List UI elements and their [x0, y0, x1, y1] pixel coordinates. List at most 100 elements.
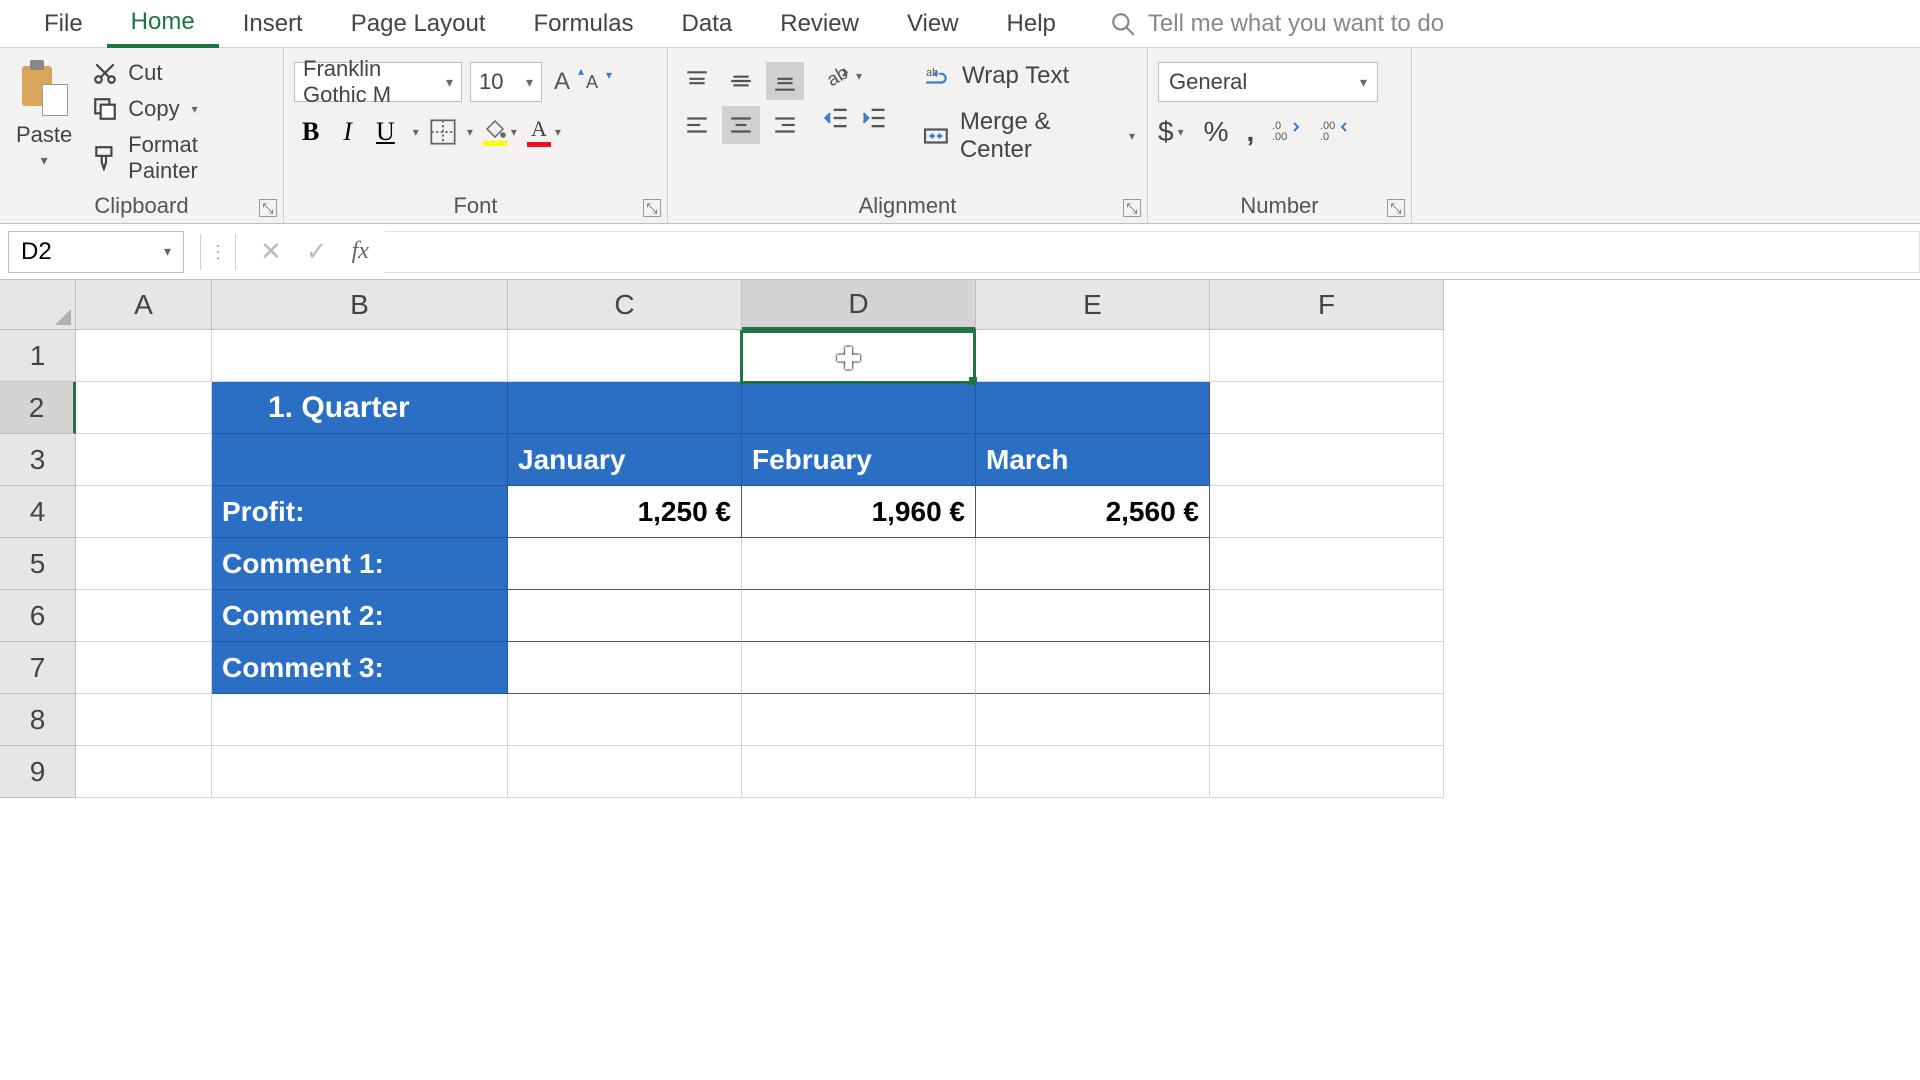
col-header-a[interactable]: A — [76, 280, 212, 330]
cell-a5[interactable] — [76, 538, 212, 590]
align-left-button[interactable] — [678, 106, 716, 144]
increase-decimal-button[interactable]: .0.00 — [1272, 116, 1302, 148]
cell-b4[interactable]: Profit: — [212, 486, 508, 538]
tab-page-layout[interactable]: Page Layout — [327, 0, 510, 48]
merge-center-button[interactable]: Merge & Center ▾ — [922, 108, 1137, 164]
cell-b3[interactable] — [212, 434, 508, 486]
cell-b1[interactable] — [212, 330, 508, 382]
cell-c6[interactable] — [508, 590, 742, 642]
cell-b6[interactable]: Comment 2: — [212, 590, 508, 642]
cell-b5[interactable]: Comment 1: — [212, 538, 508, 590]
tab-insert[interactable]: Insert — [219, 0, 327, 48]
cell-b9[interactable] — [212, 746, 508, 798]
cell-c9[interactable] — [508, 746, 742, 798]
align-top-button[interactable] — [678, 62, 716, 100]
tab-review[interactable]: Review — [756, 0, 883, 48]
italic-button[interactable]: I — [335, 117, 360, 147]
cell-a8[interactable] — [76, 694, 212, 746]
cell-b2[interactable]: 1. Quarter — [212, 382, 508, 434]
underline-dropdown-icon[interactable]: ▾ — [411, 125, 421, 139]
row-header-4[interactable]: 4 — [0, 486, 76, 538]
alignment-dialog-launcher[interactable]: ⤡ — [1123, 199, 1141, 217]
borders-button[interactable] — [429, 118, 457, 146]
cell-e2[interactable] — [976, 382, 1210, 434]
cell-d8[interactable] — [742, 694, 976, 746]
cell-d6[interactable] — [742, 590, 976, 642]
cell-d7[interactable] — [742, 642, 976, 694]
copy-button[interactable]: Copy ▾ — [92, 96, 273, 122]
paste-button[interactable]: Paste ▾ — [10, 60, 78, 184]
number-format-combo[interactable]: General ▾ — [1158, 62, 1378, 102]
cell-a2[interactable] — [76, 382, 212, 434]
tab-home[interactable]: Home — [107, 0, 219, 48]
font-dialog-launcher[interactable]: ⤡ — [643, 199, 661, 217]
cell-e1[interactable] — [976, 330, 1210, 382]
cell-e4[interactable]: 2,560 € — [976, 486, 1210, 538]
tab-file[interactable]: File — [20, 0, 107, 48]
row-header-2[interactable]: 2 — [0, 382, 76, 434]
enter-formula-button[interactable]: ✓ — [306, 236, 328, 267]
align-center-button[interactable] — [722, 106, 760, 144]
row-header-9[interactable]: 9 — [0, 746, 76, 798]
cell-e9[interactable] — [976, 746, 1210, 798]
orientation-button[interactable]: ab ▾ — [822, 62, 888, 90]
underline-button[interactable]: U — [368, 117, 403, 147]
cell-c5[interactable] — [508, 538, 742, 590]
paste-dropdown-icon[interactable]: ▾ — [41, 152, 48, 169]
cell-f5[interactable] — [1210, 538, 1444, 590]
formula-input[interactable] — [385, 231, 1920, 273]
decrease-font-button[interactable]: A — [582, 72, 602, 93]
cell-f1[interactable] — [1210, 330, 1444, 382]
align-middle-button[interactable] — [722, 62, 760, 100]
row-header-3[interactable]: 3 — [0, 434, 76, 486]
row-header-5[interactable]: 5 — [0, 538, 76, 590]
formula-bar-grip[interactable]: ⋮ — [209, 249, 227, 255]
cell-e8[interactable] — [976, 694, 1210, 746]
cell-e6[interactable] — [976, 590, 1210, 642]
tab-formulas[interactable]: Formulas — [510, 0, 658, 48]
cell-f3[interactable] — [1210, 434, 1444, 486]
cancel-formula-button[interactable]: ✕ — [260, 236, 282, 267]
font-color-button[interactable]: A ▾ — [527, 116, 563, 147]
cell-e5[interactable] — [976, 538, 1210, 590]
col-header-b[interactable]: B — [212, 280, 508, 330]
tell-me-search[interactable]: Tell me what you want to do — [1110, 10, 1444, 38]
row-header-8[interactable]: 8 — [0, 694, 76, 746]
cell-b7[interactable]: Comment 3: — [212, 642, 508, 694]
cell-f8[interactable] — [1210, 694, 1444, 746]
tab-view[interactable]: View — [883, 0, 983, 48]
row-header-7[interactable]: 7 — [0, 642, 76, 694]
col-header-f[interactable]: F — [1210, 280, 1444, 330]
font-color-dropdown-icon[interactable]: ▾ — [553, 125, 563, 139]
cell-c1[interactable] — [508, 330, 742, 382]
bold-button[interactable]: B — [294, 117, 327, 147]
font-size-combo[interactable]: 10 ▾ — [470, 62, 542, 102]
align-right-button[interactable] — [766, 106, 804, 144]
tab-data[interactable]: Data — [658, 0, 757, 48]
increase-font-button[interactable]: A — [550, 68, 574, 96]
cell-a1[interactable] — [76, 330, 212, 382]
cell-f7[interactable] — [1210, 642, 1444, 694]
cell-f6[interactable] — [1210, 590, 1444, 642]
cell-a9[interactable] — [76, 746, 212, 798]
col-header-d[interactable]: D — [742, 280, 976, 330]
cell-d9[interactable] — [742, 746, 976, 798]
cell-b8[interactable] — [212, 694, 508, 746]
cell-f9[interactable] — [1210, 746, 1444, 798]
cell-a3[interactable] — [76, 434, 212, 486]
increase-indent-button[interactable] — [860, 104, 888, 137]
name-box[interactable]: D2 ▾ — [8, 231, 184, 273]
cell-e3[interactable]: March — [976, 434, 1210, 486]
merge-dropdown-icon[interactable]: ▾ — [1127, 129, 1137, 143]
row-header-6[interactable]: 6 — [0, 590, 76, 642]
percent-format-button[interactable]: % — [1204, 116, 1229, 148]
cell-f4[interactable] — [1210, 486, 1444, 538]
worksheet[interactable]: A B C D E F 1 2 1. Quarter 3 January Feb… — [0, 280, 1920, 798]
cell-c8[interactable] — [508, 694, 742, 746]
row-header-1[interactable]: 1 — [0, 330, 76, 382]
cell-e7[interactable] — [976, 642, 1210, 694]
cell-d5[interactable] — [742, 538, 976, 590]
fill-dropdown-icon[interactable]: ▾ — [509, 125, 519, 139]
accounting-format-button[interactable]: $ ▾ — [1158, 116, 1186, 148]
font-name-combo[interactable]: Franklin Gothic M ▾ — [294, 62, 462, 102]
